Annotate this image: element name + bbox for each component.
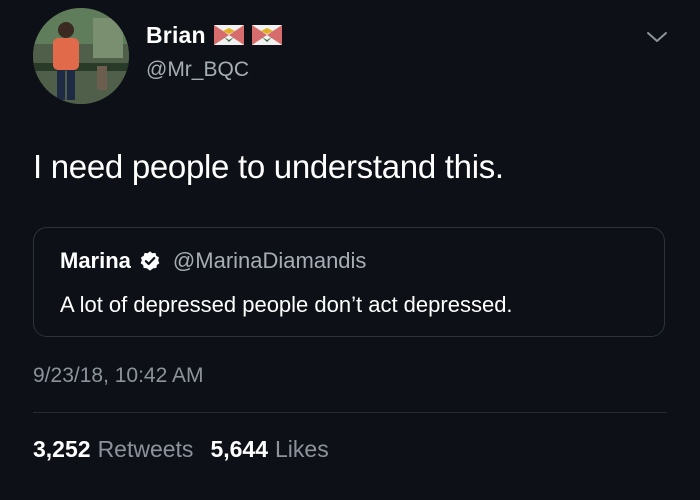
retweets-label[interactable]: Retweets <box>98 436 194 463</box>
quoted-author-handle: @MarinaDiamandis <box>172 248 367 273</box>
author-display-name[interactable]: Brian <box>146 22 206 49</box>
tweet-timestamp[interactable]: 9/23/18, 10:42 AM <box>33 364 203 388</box>
quoted-author-name: Marina <box>60 248 131 273</box>
verified-badge-icon <box>140 251 160 271</box>
author-handle[interactable]: @Mr_BQC <box>146 58 249 82</box>
quoted-tweet-text: A lot of depressed people don’t act depr… <box>60 292 513 317</box>
tweet-text: I need people to understand this. <box>33 148 504 185</box>
avatar[interactable] <box>33 8 129 104</box>
flag-icon <box>251 25 282 45</box>
avatar-photo <box>33 8 129 104</box>
likes-count[interactable]: 5,644 <box>210 436 268 463</box>
chevron-down-icon[interactable] <box>646 30 668 44</box>
author-name-row[interactable]: Brian <box>146 18 282 52</box>
tweet-stats: 3,252 Retweets 5,644 Likes <box>33 436 339 463</box>
flag-icon <box>213 25 244 45</box>
likes-label[interactable]: Likes <box>275 436 329 463</box>
tweet: Brian @Mr_BQC I need people to understan… <box>0 0 700 500</box>
quoted-tweet-header: Marina @MarinaDiamandis <box>60 248 366 274</box>
retweets-count[interactable]: 3,252 <box>33 436 91 463</box>
quoted-tweet-card[interactable]: Marina @MarinaDiamandis A lot of depress… <box>33 227 665 337</box>
divider <box>33 412 667 413</box>
